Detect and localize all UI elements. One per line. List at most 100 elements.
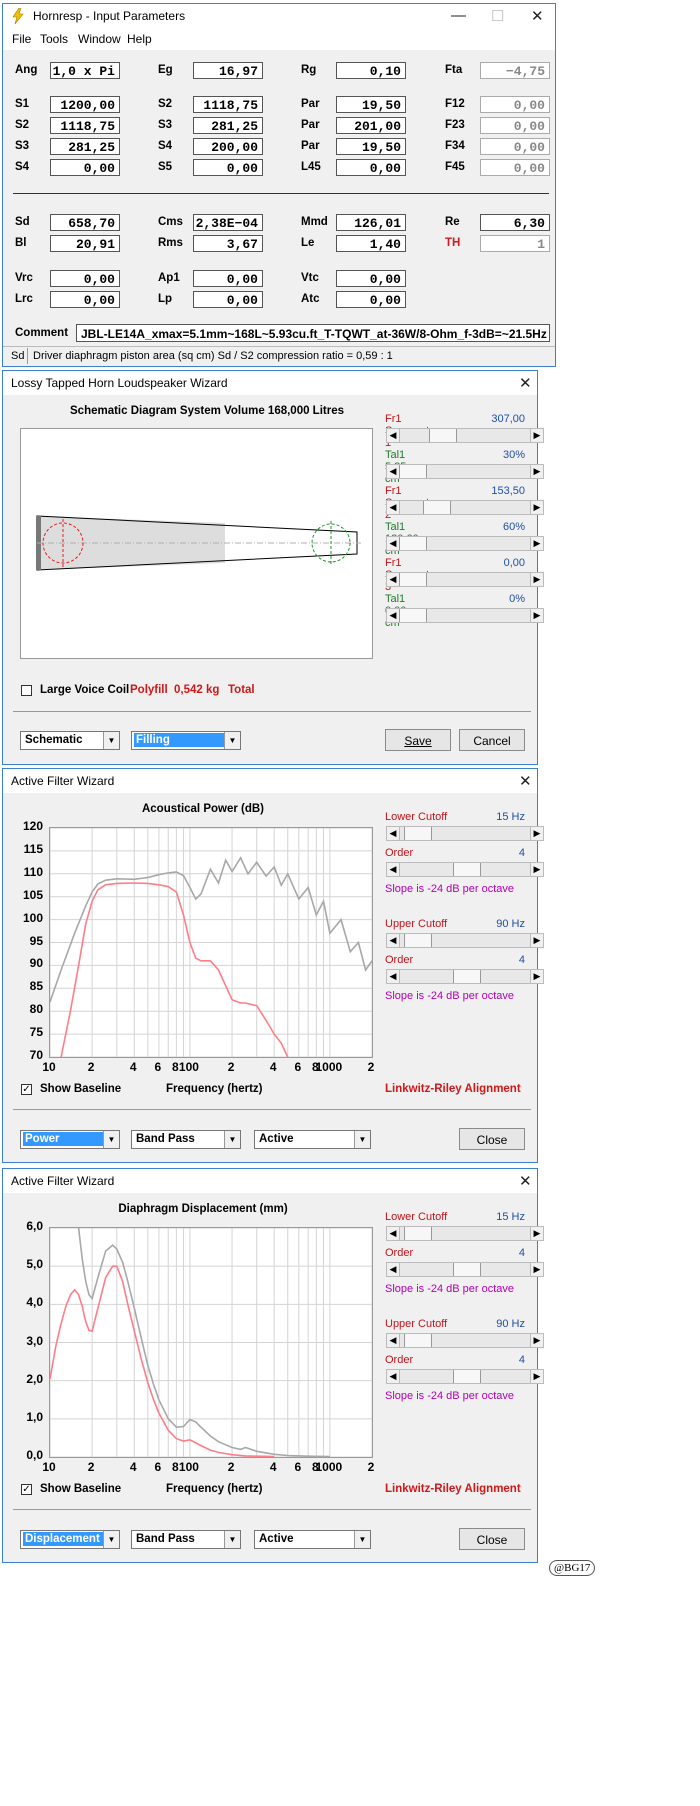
filter-mode-select[interactable]: Active ▼ <box>254 1530 371 1549</box>
param-field[interactable]: 0,10 <box>336 62 406 79</box>
arrow-right-icon[interactable]: ▶ <box>530 1334 543 1347</box>
save-button[interactable]: Save <box>385 729 451 751</box>
param-field[interactable]: 1118,75 <box>193 96 263 113</box>
param-field[interactable]: 658,70 <box>50 214 120 231</box>
arrow-right-icon[interactable]: ▶ <box>530 1263 543 1276</box>
param-field[interactable]: 0,00 <box>336 159 406 176</box>
slider-thumb[interactable] <box>404 1227 433 1240</box>
arrow-left-icon[interactable]: ◀ <box>387 501 400 514</box>
arrow-right-icon[interactable]: ▶ <box>530 1227 543 1240</box>
arrow-left-icon[interactable]: ◀ <box>387 827 400 840</box>
upper-cutoff-slider[interactable]: ◀ ▶ <box>386 1333 544 1348</box>
arrow-left-icon[interactable]: ◀ <box>387 1334 400 1347</box>
param-field[interactable]: 19,50 <box>336 138 406 155</box>
arrow-left-icon[interactable]: ◀ <box>387 934 400 947</box>
filter-type-select[interactable]: Band Pass ▼ <box>131 1530 241 1549</box>
param-field[interactable]: 16,97 <box>193 62 263 79</box>
comment-field[interactable]: JBL-LE14A_xmax=5.1mm~168L~5.93cu.ft_T-TQ… <box>76 324 550 342</box>
slider-thumb[interactable] <box>404 934 433 947</box>
slider-thumb[interactable] <box>404 1334 433 1347</box>
param-field[interactable]: 200,00 <box>193 138 263 155</box>
parameter-select[interactable]: Filling ▼ <box>131 731 241 750</box>
show-baseline-checkbox[interactable]: ✓ <box>21 1484 32 1495</box>
order-slider[interactable]: ◀ ▶ <box>386 969 544 984</box>
arrow-right-icon[interactable]: ▶ <box>530 863 543 876</box>
arrow-right-icon[interactable]: ▶ <box>530 501 543 514</box>
response-select[interactable]: Power ▼ <box>20 1130 120 1149</box>
param-field[interactable]: 0,00 <box>480 96 550 113</box>
param-field[interactable]: 0,00 <box>336 270 406 287</box>
segment-slider[interactable]: ◀ ▶ <box>386 536 544 551</box>
arrow-right-icon[interactable]: ▶ <box>530 465 543 478</box>
param-field[interactable]: 1200,00 <box>50 96 120 113</box>
param-field[interactable]: 0,00 <box>193 270 263 287</box>
arrow-left-icon[interactable]: ◀ <box>387 970 400 983</box>
segment-slider[interactable]: ◀ ▶ <box>386 608 544 623</box>
param-field[interactable]: 281,25 <box>193 117 263 134</box>
param-field[interactable]: −4,75 <box>480 62 550 79</box>
slider-thumb[interactable] <box>399 573 427 586</box>
arrow-right-icon[interactable]: ▶ <box>530 537 543 550</box>
param-field[interactable]: 19,50 <box>336 96 406 113</box>
param-field[interactable]: 0,00 <box>480 138 550 155</box>
param-field[interactable]: 0,00 <box>193 291 263 308</box>
large-voice-coil-checkbox[interactable] <box>21 685 32 696</box>
slider-thumb[interactable] <box>453 1370 481 1383</box>
arrow-right-icon[interactable]: ▶ <box>530 827 543 840</box>
param-field[interactable]: 0,00 <box>50 270 120 287</box>
param-field[interactable]: 126,01 <box>336 214 406 231</box>
arrow-right-icon[interactable]: ▶ <box>530 609 543 622</box>
order-slider[interactable]: ◀ ▶ <box>386 862 544 877</box>
arrow-right-icon[interactable]: ▶ <box>530 970 543 983</box>
segment-slider[interactable]: ◀ ▶ <box>386 572 544 587</box>
lower-cutoff-slider[interactable]: ◀ ▶ <box>386 826 544 841</box>
param-field[interactable]: 0,00 <box>336 291 406 308</box>
param-field[interactable]: 1,40 <box>336 235 406 252</box>
arrow-left-icon[interactable]: ◀ <box>387 429 400 442</box>
arrow-right-icon[interactable]: ▶ <box>530 1370 543 1383</box>
segment-slider[interactable]: ◀ ▶ <box>386 464 544 479</box>
param-field[interactable]: 2,38E−04 <box>193 214 263 231</box>
param-field[interactable]: 1 <box>480 235 550 252</box>
arrow-left-icon[interactable]: ◀ <box>387 1263 400 1276</box>
slider-thumb[interactable] <box>422 501 451 514</box>
slider-thumb[interactable] <box>404 827 433 840</box>
view-select[interactable]: Schematic ▼ <box>20 731 120 750</box>
param-field[interactable]: 20,91 <box>50 235 120 252</box>
param-field[interactable]: 1,0 x Pi <box>50 62 120 79</box>
arrow-left-icon[interactable]: ◀ <box>387 1370 400 1383</box>
param-field[interactable]: 6,30 <box>480 214 550 231</box>
arrow-left-icon[interactable]: ◀ <box>387 1227 400 1240</box>
param-field[interactable]: 0,00 <box>480 117 550 134</box>
filter-mode-select[interactable]: Active ▼ <box>254 1130 371 1149</box>
slider-thumb[interactable] <box>399 609 427 622</box>
close-dialog-button[interactable]: Close <box>459 1128 525 1150</box>
slider-thumb[interactable] <box>429 429 458 442</box>
slider-thumb[interactable] <box>399 537 427 550</box>
slider-thumb[interactable] <box>453 1263 481 1276</box>
order-slider[interactable]: ◀ ▶ <box>386 1262 544 1277</box>
param-field[interactable]: 1118,75 <box>50 117 120 134</box>
param-field[interactable]: 0,00 <box>193 159 263 176</box>
slider-thumb[interactable] <box>453 970 481 983</box>
arrow-left-icon[interactable]: ◀ <box>387 863 400 876</box>
param-field[interactable]: 0,00 <box>50 159 120 176</box>
arrow-right-icon[interactable]: ▶ <box>530 934 543 947</box>
filter-type-select[interactable]: Band Pass ▼ <box>131 1130 241 1149</box>
response-select[interactable]: Displacement ▼ <box>20 1530 120 1549</box>
param-field[interactable]: 281,25 <box>50 138 120 155</box>
param-field[interactable]: 201,00 <box>336 117 406 134</box>
param-field[interactable]: 0,00 <box>50 291 120 308</box>
close-dialog-button[interactable]: Close <box>459 1528 525 1550</box>
slider-thumb[interactable] <box>399 465 427 478</box>
param-field[interactable]: 3,67 <box>193 235 263 252</box>
arrow-right-icon[interactable]: ▶ <box>530 573 543 586</box>
segment-slider[interactable]: ◀ ▶ <box>386 428 544 443</box>
close-button[interactable]: ✕ <box>519 374 532 392</box>
order-slider[interactable]: ◀ ▶ <box>386 1369 544 1384</box>
slider-thumb[interactable] <box>453 863 481 876</box>
lower-cutoff-slider[interactable]: ◀ ▶ <box>386 1226 544 1241</box>
close-button[interactable]: ✕ <box>519 1172 532 1190</box>
segment-slider[interactable]: ◀ ▶ <box>386 500 544 515</box>
upper-cutoff-slider[interactable]: ◀ ▶ <box>386 933 544 948</box>
